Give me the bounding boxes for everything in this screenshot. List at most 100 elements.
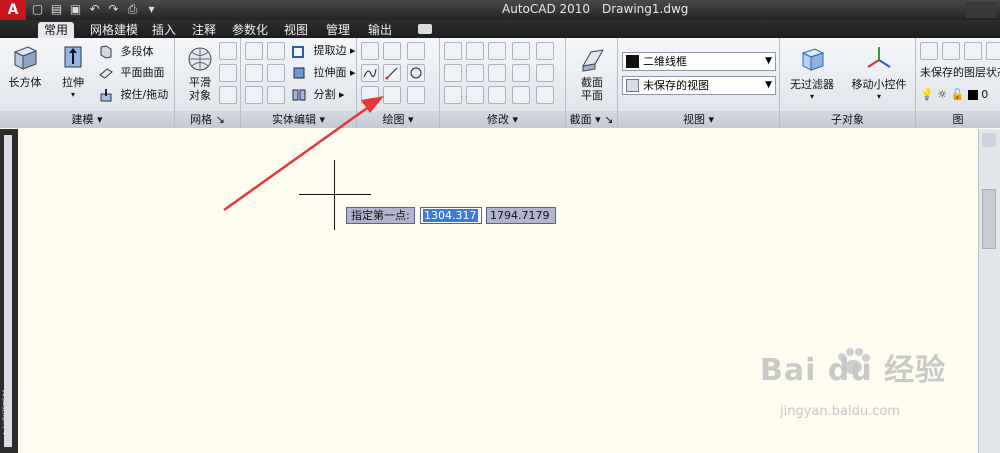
union-icon[interactable] [245,42,263,60]
panel-draw: 绘图 ▾ [357,38,440,128]
align-icon[interactable] [444,64,462,82]
extrude-faces-icon [293,67,305,79]
extend-icon[interactable] [536,42,554,60]
rotate-icon[interactable] [488,64,506,82]
mesh-tool-2-icon[interactable] [219,64,237,82]
offset-icon[interactable] [444,86,462,104]
panel-title-solid-editing[interactable]: 实体编辑 ▾ [241,111,356,128]
title-bar: A ▢ ▤ ▣ ↶ ↷ ⎙ ▾ AutoCAD 2010 Drawing1.dw… [0,0,1000,20]
coordinate-x-input[interactable]: 1304.317 [420,207,482,224]
smooth-mesh-icon [188,47,212,71]
tab-view[interactable]: 视图 [278,22,314,38]
no-filter-button[interactable]: 无过滤器 ▾ [784,44,840,101]
line-icon[interactable] [383,64,401,82]
panel-title-modify[interactable]: 修改 ▾ [440,111,565,128]
move-gizmo-button[interactable]: 移动小控件 ▾ [846,44,912,101]
panel-title-section[interactable]: 截面 ▾ ↘ [566,111,617,128]
stretch-icon[interactable] [488,86,506,104]
panel-title-subobject[interactable]: 子对象 [780,111,915,128]
layer-tool-icon[interactable] [964,42,982,60]
layer-properties-icon[interactable] [920,42,938,60]
shell-icon[interactable] [267,42,285,60]
layer-color-icon [967,90,978,100]
intersect-icon[interactable] [245,86,263,104]
undo-icon[interactable]: ↶ [87,2,102,17]
open-file-icon[interactable]: ▤ [49,2,64,17]
fillet-icon[interactable] [536,64,554,82]
panel-title-mesh[interactable]: 网格 ↘ [175,111,240,128]
tab-manage[interactable]: 管理 [320,22,356,38]
panel-title-layers[interactable]: 图 [916,111,1000,128]
panel-title-draw[interactable]: 绘图 ▾ [357,111,439,128]
layer-state-dropdown[interactable]: 未保存的图层状态 [920,64,1000,82]
layer-states-icon[interactable] [942,42,960,60]
scroll-thumb[interactable] [982,189,996,249]
trim-icon[interactable] [444,42,462,60]
mesh-tool-1-icon[interactable] [219,42,237,60]
ellipse-icon[interactable] [407,86,425,104]
planar-surface-button[interactable]: 平面曲面 [98,64,165,82]
interfere-icon[interactable] [267,86,285,104]
region-icon[interactable] [383,86,401,104]
presspull-button[interactable]: 按住/拖动 [98,86,168,104]
mesh-tool-3-icon[interactable] [219,86,237,104]
extrude-dropdown-icon[interactable]: ▾ [50,90,96,99]
mirror-icon[interactable] [466,86,484,104]
polysolid-button[interactable]: 多段体 [98,43,154,61]
layer-tool-2-icon[interactable] [986,42,1000,60]
box-button[interactable]: 长方体 [2,42,48,90]
chevron-down-icon[interactable]: ▾ [846,92,912,101]
scale-icon[interactable] [512,64,530,82]
rectangle-tool-icon[interactable] [383,42,401,60]
redo-icon[interactable]: ↷ [106,2,121,17]
arc-icon[interactable] [407,42,425,60]
section-plane-button[interactable]: 截面 平面 [569,44,615,102]
layer-dropdown[interactable]: 💡 ☼ 🔓 0 [920,86,988,104]
circle-icon[interactable] [407,64,425,82]
box-label: 长方体 [8,76,42,89]
smooth-object-button[interactable]: 平滑 对象 [177,44,223,102]
presspull-icon [100,89,112,102]
watermark-url: jingyan.baidu.com [780,404,900,419]
rotate-3d-icon[interactable] [466,42,484,60]
move-icon[interactable] [488,42,506,60]
tab-parametric[interactable]: 参数化 [226,22,274,38]
subtract-icon[interactable] [245,64,263,82]
spline-icon[interactable] [361,64,379,82]
vertical-scrollbar[interactable] [978,129,1000,453]
slice-icon[interactable] [267,64,285,82]
panel-title-view[interactable]: 视图 ▾ [618,111,779,128]
tab-home[interactable]: 常用 [38,22,75,38]
ribbon-minimize-icon[interactable] [418,24,432,34]
extrude-button[interactable]: 拉伸 ▾ [50,42,96,99]
coordinate-y-input[interactable]: 1794.7179 [486,207,556,224]
application-menu-button[interactable]: A [0,0,26,20]
lock-icon: 🔓 [950,88,965,101]
chevron-down-icon[interactable]: ▾ [784,92,840,101]
qat-dropdown-icon[interactable]: ▾ [144,2,159,17]
explode-icon[interactable] [536,86,554,104]
extract-edges-button[interactable]: 提取边 ▸ [291,42,356,60]
array-icon[interactable] [466,64,484,82]
window-controls[interactable] [966,2,996,18]
tab-output[interactable]: 输出 [362,22,398,38]
polysolid-icon [100,45,112,59]
hatch-icon[interactable] [361,86,379,104]
planar-surface-icon [99,68,113,79]
polyline-icon[interactable] [361,42,379,60]
new-file-icon[interactable]: ▢ [30,2,45,17]
separate-button[interactable]: 分割 ▸ [291,86,345,104]
erase-icon[interactable] [512,86,530,104]
tab-annotate[interactable]: 注释 [186,22,222,38]
scroll-up-icon[interactable] [982,133,996,147]
tab-insert[interactable]: 插入 [146,22,182,38]
saved-view-dropdown[interactable]: 未保存的视图 ▼ [622,76,776,95]
visual-style-dropdown[interactable]: 二维线框 ▼ [622,52,776,71]
save-icon[interactable]: ▣ [68,2,83,17]
extrude-faces-button[interactable]: 拉伸面 ▸ [291,64,356,82]
print-icon[interactable]: ⎙ [125,2,140,17]
panel-title-modeling[interactable]: 建模 ▾ [0,111,174,128]
sun-icon: ☼ [937,88,948,101]
copy-icon[interactable] [512,42,530,60]
tab-mesh-modeling[interactable]: 网格建模 [84,22,144,38]
